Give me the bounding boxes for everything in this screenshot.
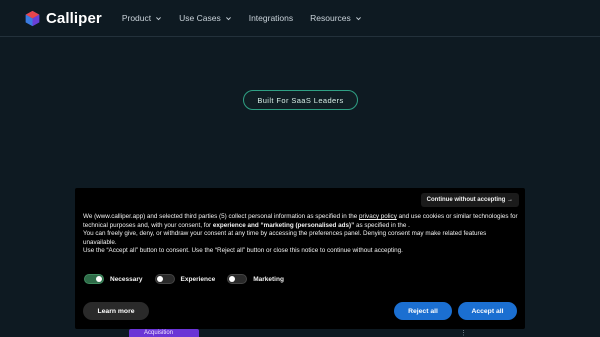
- consent-text-part: We (www.calliper.app) and selected third…: [83, 213, 360, 220]
- consent-buttons-text: Use the “Accept all” button to consent. …: [83, 247, 403, 255]
- calliper-logo-icon: [25, 10, 40, 26]
- nav-label: Product: [121, 13, 152, 23]
- acquisition-tab: Acquisition: [129, 329, 199, 337]
- main-nav: Product Use Cases Integrations Resources: [122, 13, 379, 23]
- consent-toggles: Necessary Experience Marketing: [84, 274, 296, 284]
- toggle-knob: [156, 276, 163, 282]
- toggle-necessary[interactable]: Necessary: [84, 274, 143, 284]
- toggle-knob: [229, 276, 236, 282]
- nav-item-resources[interactable]: Resources: [310, 13, 362, 23]
- nav-item-use-cases[interactable]: Use Cases: [179, 13, 232, 23]
- toggle-label: Experience: [180, 275, 216, 283]
- consent-withdraw-text: You can freely give, deny, or withdraw y…: [83, 230, 487, 246]
- chevron-down-icon: [156, 16, 162, 20]
- consent-text: We (www.calliper.app) and selected third…: [83, 213, 519, 256]
- learn-more-button[interactable]: Learn more: [83, 302, 149, 320]
- consent-text-part: as specified in the .: [354, 221, 410, 229]
- site-header: Calliper Product Use Cases Integrations …: [0, 0, 600, 37]
- accept-all-button[interactable]: Accept all: [458, 302, 517, 320]
- reject-all-button[interactable]: Reject all: [394, 302, 452, 320]
- brand-name: Calliper: [46, 9, 102, 27]
- cookie-consent-panel: Continue without accepting → We (www.cal…: [75, 188, 525, 329]
- brand-logo[interactable]: Calliper: [24, 10, 102, 27]
- privacy-policy-link[interactable]: privacy policy: [359, 213, 397, 220]
- toggle-label: Marketing: [253, 275, 284, 283]
- toggle-experience[interactable]: Experience: [154, 274, 216, 284]
- consent-purposes: experience and “marketing (personalised …: [212, 221, 355, 229]
- nav-label: Integrations: [248, 13, 294, 23]
- toggle-switch[interactable]: [84, 274, 104, 284]
- nav-item-product[interactable]: Product: [122, 13, 162, 23]
- hero-badge: Built For SaaS Leaders: [243, 90, 358, 110]
- nav-label: Use Cases: [179, 13, 221, 23]
- nav-label: Resources: [310, 13, 351, 23]
- toggle-switch[interactable]: [154, 274, 175, 284]
- toggle-marketing[interactable]: Marketing: [227, 274, 284, 284]
- chevron-down-icon: [355, 16, 361, 20]
- chevron-down-icon: [225, 16, 231, 20]
- toggle-switch[interactable]: [227, 274, 248, 284]
- more-menu-icon[interactable]: ⋮: [460, 329, 467, 337]
- continue-without-accepting-button[interactable]: Continue without accepting →: [420, 193, 519, 207]
- nav-item-integrations[interactable]: Integrations: [249, 13, 293, 23]
- toggle-label: Necessary: [110, 275, 143, 283]
- toggle-knob: [96, 276, 102, 282]
